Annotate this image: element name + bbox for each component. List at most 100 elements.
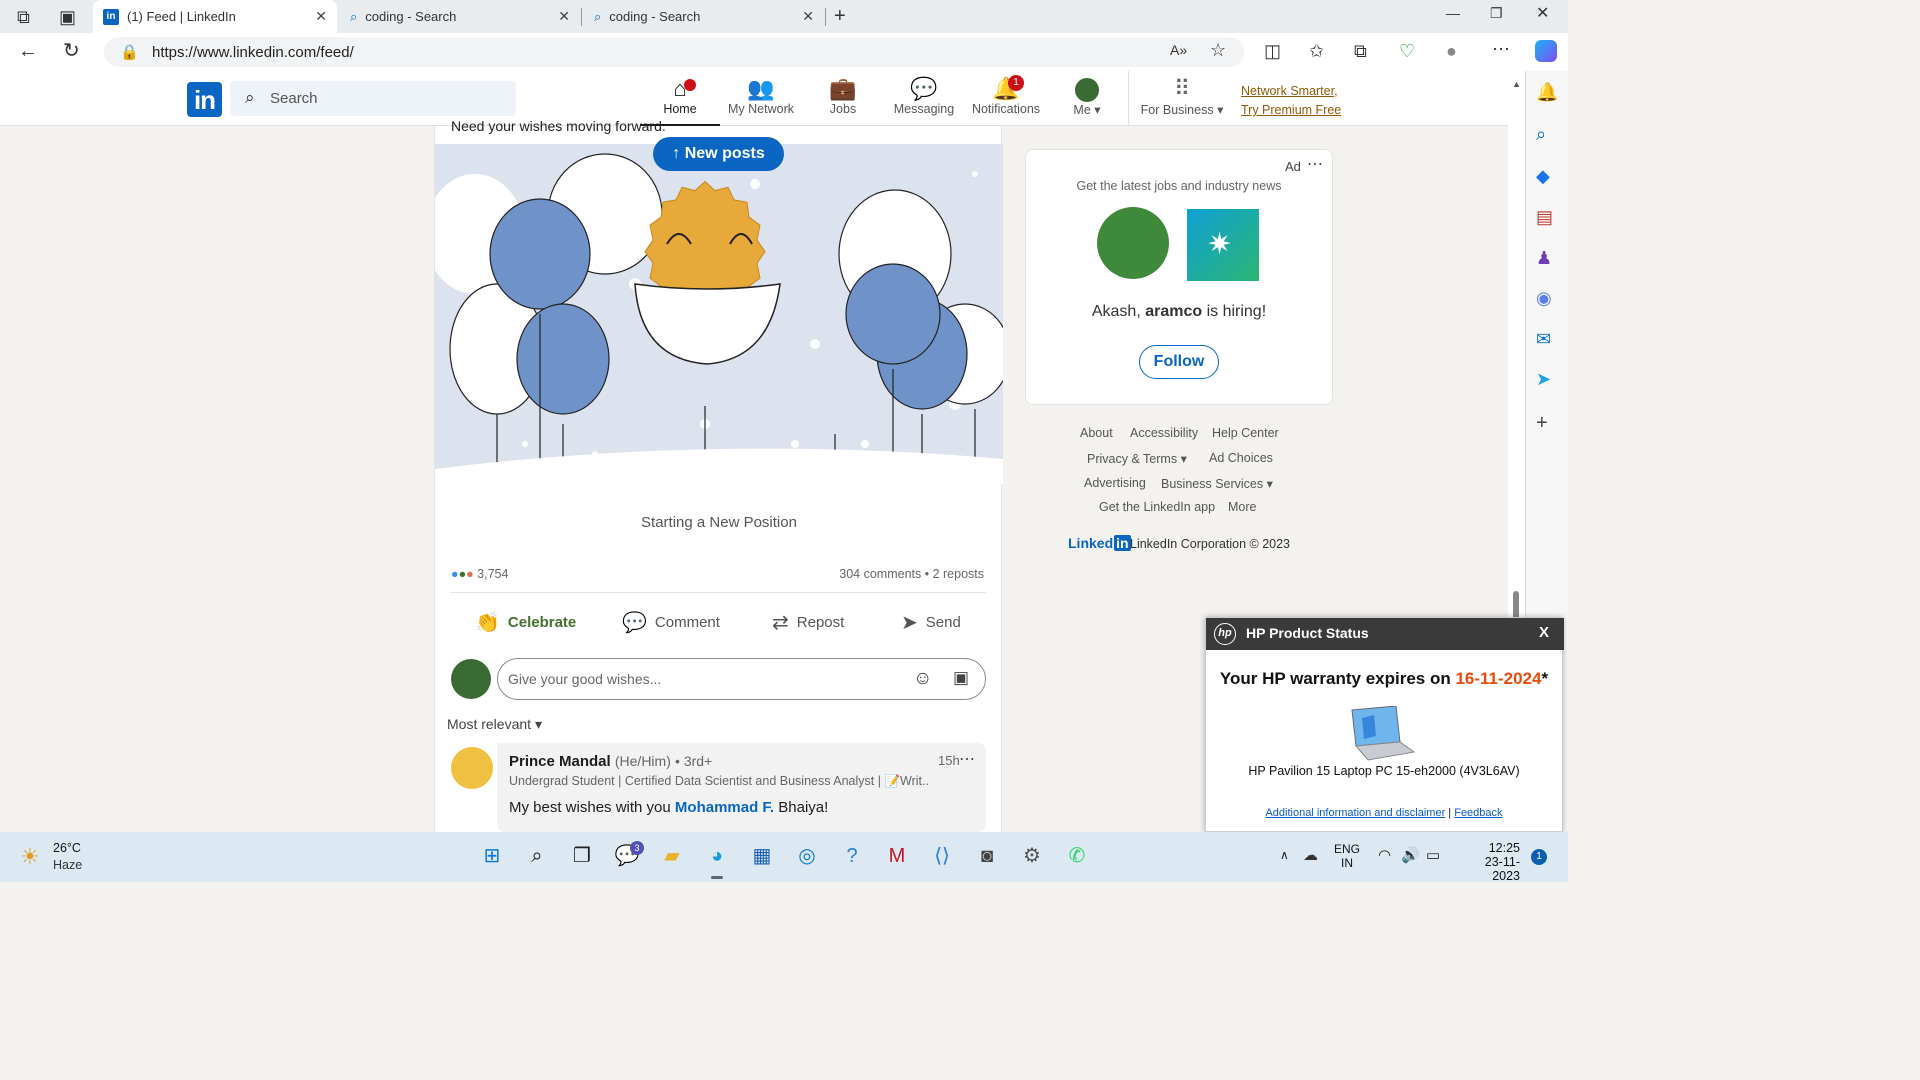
search-icon[interactable]: ⌕ [1536, 125, 1546, 143]
mcafee-icon[interactable]: M [883, 842, 911, 870]
vscode-icon[interactable]: ⟨⟩ [928, 842, 956, 870]
reposts-count[interactable]: 2 reposts [933, 567, 984, 581]
profile-icon[interactable]: ● [1446, 42, 1457, 60]
bell-icon[interactable]: 🔔 [1536, 83, 1558, 101]
comment-more-icon[interactable]: ⋯ [959, 749, 975, 769]
office-icon[interactable]: ◉ [1536, 289, 1552, 307]
favorites-icon[interactable]: ✩ [1309, 42, 1324, 60]
footer-accessibility[interactable]: Accessibility [1130, 426, 1198, 440]
drop-icon[interactable]: ➤ [1536, 370, 1551, 388]
weather-icon[interactable]: ☀ [20, 844, 40, 870]
footer-get-app[interactable]: Get the LinkedIn app [1099, 500, 1215, 514]
reaction-summary[interactable]: ●●● 3,754 [451, 567, 508, 581]
more-icon[interactable]: ⋯ [1492, 40, 1510, 58]
address-bar[interactable]: 🔒 https://www.linkedin.com/feed/ A» ☆ [104, 37, 1244, 67]
window-close-icon[interactable]: ✕ [1536, 6, 1549, 22]
footer-help-center[interactable]: Help Center [1212, 426, 1279, 440]
repost-button[interactable]: ⇄ Repost [772, 610, 844, 635]
camera-icon[interactable]: ◙ [973, 842, 1001, 870]
follow-button[interactable]: Follow [1139, 345, 1219, 379]
settings-gear-icon[interactable]: ⚙ [1018, 842, 1046, 870]
footer-business-services[interactable]: Business Services ▾ [1161, 476, 1273, 491]
file-explorer-icon[interactable]: ▰ [658, 842, 686, 870]
nav-jobs[interactable]: 💼 Jobs [803, 74, 883, 126]
copilot-icon[interactable] [1535, 40, 1557, 62]
add-icon[interactable]: + [1536, 413, 1548, 433]
avatar[interactable] [451, 659, 491, 699]
ad-more-icon[interactable]: ⋯ [1307, 154, 1323, 174]
minimize-icon[interactable]: — [1446, 6, 1460, 20]
footer-more[interactable]: More [1228, 500, 1256, 514]
copilot-app-icon[interactable]: ◎ [793, 842, 821, 870]
back-icon[interactable]: ← [18, 41, 38, 61]
ad-text-pre: Akash, [1091, 303, 1146, 320]
edge-icon[interactable]: ◕ [703, 842, 731, 870]
comment-author[interactable]: Prince Mandal [509, 753, 611, 770]
weather-temp[interactable]: 26°C [53, 841, 81, 855]
new-posts-button[interactable]: ↑ New posts [653, 137, 784, 171]
nav-messaging[interactable]: 💬 Messaging [884, 74, 964, 126]
whatsapp-icon[interactable]: ✆ [1063, 842, 1091, 870]
linkedin-logo[interactable]: in [187, 82, 222, 117]
nav-me[interactable]: Me ▾ [1047, 74, 1127, 126]
battery-icon[interactable]: ▭ [1426, 846, 1440, 864]
close-tab-icon[interactable]: ✕ [558, 8, 570, 25]
hp-disclaimer-link[interactable]: Additional information and disclaimer [1265, 807, 1445, 819]
weather-condition[interactable]: Haze [53, 858, 82, 872]
tab-actions-icon[interactable]: ▣ [59, 8, 76, 26]
workspaces-icon[interactable]: ⧉ [17, 8, 30, 26]
footer-advertising[interactable]: Advertising [1084, 476, 1146, 490]
store-icon[interactable]: ▦ [748, 842, 776, 870]
split-screen-icon[interactable]: ◫ [1264, 42, 1281, 60]
scroll-up-icon[interactable]: ▲ [1512, 79, 1521, 89]
read-aloud-icon[interactable]: A» [1170, 43, 1187, 57]
emoji-icon[interactable]: ☺ [913, 668, 932, 690]
refresh-icon[interactable]: ↻ [63, 41, 80, 61]
close-tab-icon[interactable]: ✕ [802, 8, 814, 25]
tab-linkedin[interactable]: in (1) Feed | LinkedIn ✕ [93, 0, 337, 33]
toolbox-icon[interactable]: ▤ [1536, 208, 1553, 226]
maximize-icon[interactable]: ❐ [1490, 6, 1503, 20]
hp-feedback-link[interactable]: Feedback [1454, 807, 1502, 819]
comments-count[interactable]: 304 comments [839, 567, 921, 581]
start-icon[interactable]: ⊞ [478, 842, 506, 870]
games-icon[interactable]: ♟ [1536, 249, 1552, 267]
sort-dropdown[interactable]: Most relevant ▾ [447, 716, 542, 733]
nav-my-network[interactable]: 👥 My Network [721, 74, 801, 126]
send-button[interactable]: ➤ Send [901, 610, 961, 635]
tag-icon[interactable]: ◆ [1536, 167, 1550, 185]
outlook-icon[interactable]: ✉ [1536, 330, 1551, 348]
notification-center-badge[interactable]: 1 [1531, 849, 1547, 865]
wifi-icon[interactable]: ◠ [1378, 846, 1391, 864]
hp-close-button[interactable]: X [1539, 624, 1549, 641]
premium-link[interactable]: Network Smarter, Try Premium Free [1241, 82, 1341, 120]
comment-input[interactable]: Give your good wishes... ☺ ▣ [497, 658, 986, 700]
celebrate-button[interactable]: 👏 Celebrate [475, 610, 576, 635]
volume-icon[interactable]: 🔊 [1401, 846, 1420, 864]
collections-icon[interactable]: ⧉ [1354, 42, 1367, 60]
nav-notifications[interactable]: 🔔 1 Notifications [966, 74, 1046, 126]
footer-privacy[interactable]: Privacy & Terms ▾ [1087, 451, 1187, 466]
chevron-up-icon[interactable]: ∧ [1280, 848, 1289, 862]
comment-repost-count[interactable]: 304 comments • 2 reposts [839, 567, 984, 581]
onedrive-icon[interactable]: ☁ [1303, 846, 1318, 864]
language-indicator[interactable]: ENG IN [1334, 842, 1360, 870]
tab-search-1[interactable]: ⌕ coding - Search ✕ [340, 0, 580, 33]
help-icon[interactable]: ? [838, 842, 866, 870]
nav-for-business[interactable]: ⠿ For Business ▾ [1140, 74, 1224, 126]
favorite-star-icon[interactable]: ☆ [1210, 41, 1226, 59]
clock[interactable]: 12:25 23-11-2023 [1460, 841, 1520, 883]
task-view-icon[interactable]: ❐ [568, 842, 596, 870]
search-input[interactable]: ⌕ Search [230, 81, 516, 116]
search-icon[interactable]: ⌕ [523, 842, 551, 870]
new-tab-icon[interactable]: + [834, 6, 846, 26]
browser-essentials-icon[interactable]: ♡ [1399, 42, 1415, 60]
avatar[interactable] [451, 747, 493, 789]
image-icon[interactable]: ▣ [953, 668, 969, 688]
footer-about[interactable]: About [1080, 426, 1113, 440]
footer-ad-choices[interactable]: Ad Choices [1209, 451, 1273, 465]
tab-search-2[interactable]: ⌕ coding - Search ✕ [584, 0, 824, 33]
close-tab-icon[interactable]: ✕ [315, 8, 327, 25]
comment-button[interactable]: 💬 Comment [622, 610, 720, 635]
mention-link[interactable]: Mohammad F. [675, 799, 774, 816]
